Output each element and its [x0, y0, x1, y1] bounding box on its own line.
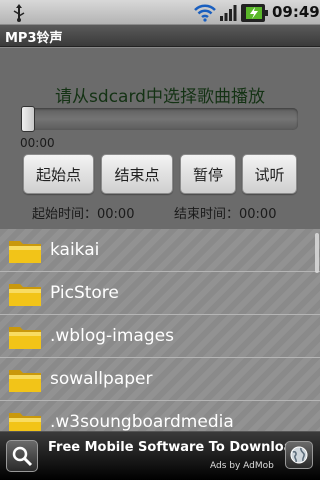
list-item[interactable]: sowallpaper [0, 358, 320, 401]
wifi-icon [194, 4, 216, 22]
ad-attribution: Ads by AdMob [210, 461, 274, 471]
seek-bar[interactable] [22, 108, 298, 130]
folder-icon [9, 284, 41, 306]
list-item[interactable]: kaikai [0, 229, 320, 272]
select-song-prompt: 请从sdcard中选择歌曲播放 [55, 87, 265, 107]
app-title-bar: MP3铃声 [0, 25, 320, 47]
folder-icon [9, 241, 41, 263]
pause-button[interactable]: 暂停 [180, 154, 236, 194]
start-point-button[interactable]: 起始点 [23, 154, 94, 194]
file-name: kaikai [50, 240, 100, 260]
clock: 09:49 [272, 3, 320, 21]
current-time: 00:00 [20, 136, 55, 150]
battery-charging-icon [241, 4, 268, 22]
ad-headline[interactable]: Free Mobile Software To Download [48, 440, 302, 455]
file-name: sowallpaper [50, 369, 153, 389]
list-item[interactable]: .wblog-images [0, 315, 320, 358]
file-list[interactable]: kaikai PicStore .wblog-images sowallpape… [0, 229, 320, 431]
preview-button[interactable]: 试听 [242, 154, 297, 194]
folder-icon [9, 370, 41, 392]
status-bar: 09:49 [0, 0, 320, 25]
file-name: PicStore [50, 283, 119, 303]
signal-icon [220, 5, 237, 21]
list-item[interactable]: PicStore [0, 272, 320, 315]
folder-icon [9, 413, 41, 431]
start-time-label: 起始时间：00:00 [32, 207, 135, 222]
usb-icon [13, 4, 25, 22]
folder-icon [9, 327, 41, 349]
end-point-button[interactable]: 结束点 [101, 154, 173, 194]
globe-icon[interactable] [285, 441, 313, 469]
ad-banner[interactable]: Free Mobile Software To Download Ads by … [0, 431, 320, 480]
file-name: .wblog-images [50, 326, 174, 346]
seek-thumb[interactable] [21, 106, 35, 132]
player-panel: 请从sdcard中选择歌曲播放 00:00 起始点 结束点 暂停 试听 起始时间… [0, 47, 320, 229]
list-scrollbar[interactable] [315, 233, 319, 273]
file-name: .w3soungboardmedia [50, 412, 234, 431]
list-item[interactable]: .w3soungboardmedia [0, 401, 320, 431]
search-icon[interactable] [6, 440, 38, 472]
app-title: MP3铃声 [5, 31, 63, 46]
end-time-label: 结束时间：00:00 [174, 207, 277, 222]
